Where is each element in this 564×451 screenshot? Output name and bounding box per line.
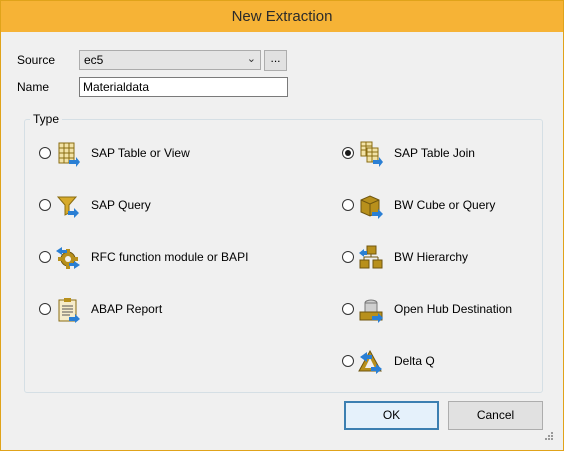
radio-button[interactable] xyxy=(342,147,354,159)
cancel-button[interactable]: Cancel xyxy=(448,401,543,430)
radio-button[interactable] xyxy=(39,199,51,211)
ok-button[interactable]: OK xyxy=(344,401,439,430)
funnel-icon xyxy=(56,196,79,218)
source-label: Source xyxy=(17,53,56,67)
radio-button[interactable] xyxy=(39,303,51,315)
name-field[interactable]: Materialdata xyxy=(79,77,288,97)
joined-tables-icon xyxy=(360,141,383,167)
dialog-window: New Extraction Source ec5 ⌄ ... Name Mat… xyxy=(0,0,564,451)
dialog-body: Source ec5 ⌄ ... Name Materialdata Type … xyxy=(8,32,556,443)
name-value: Materialdata xyxy=(83,80,150,94)
title-bar[interactable]: New Extraction xyxy=(1,1,563,32)
option-label: BW Hierarchy xyxy=(394,250,469,264)
radio-selected-dot xyxy=(345,150,351,156)
option-label: Delta Q xyxy=(394,354,435,368)
option-label: SAP Table or View xyxy=(91,146,190,160)
source-value: ec5 xyxy=(84,53,104,67)
radio-button[interactable] xyxy=(342,199,354,211)
name-label: Name xyxy=(17,80,50,94)
gear-icon xyxy=(56,247,80,269)
type-group-legend: Type xyxy=(30,112,63,126)
radio-button[interactable] xyxy=(39,251,51,263)
browse-source-button[interactable]: ... xyxy=(264,50,287,71)
radio-button[interactable] xyxy=(342,355,354,367)
window-title: New Extraction xyxy=(231,8,333,25)
option-label: RFC function module or BAPI xyxy=(91,250,249,264)
table-icon xyxy=(58,142,80,167)
open-hub-icon xyxy=(359,299,383,323)
chevron-down-icon[interactable]: ⌄ xyxy=(247,52,256,65)
hierarchy-icon xyxy=(359,245,383,269)
option-label: SAP Table Join xyxy=(394,146,475,160)
radio-button[interactable] xyxy=(39,147,51,159)
radio-button[interactable] xyxy=(342,251,354,263)
option-label: BW Cube or Query xyxy=(394,198,496,212)
resize-grip-icon[interactable] xyxy=(544,431,554,441)
option-label: Open Hub Destination xyxy=(394,302,513,316)
delta-icon xyxy=(358,349,382,374)
option-label: ABAP Report xyxy=(91,302,163,316)
radio-button[interactable] xyxy=(342,303,354,315)
source-combobox[interactable]: ec5 ⌄ xyxy=(79,50,261,70)
cube-icon xyxy=(360,195,383,219)
clipboard-report-icon xyxy=(58,298,80,323)
option-label: SAP Query xyxy=(91,198,151,212)
